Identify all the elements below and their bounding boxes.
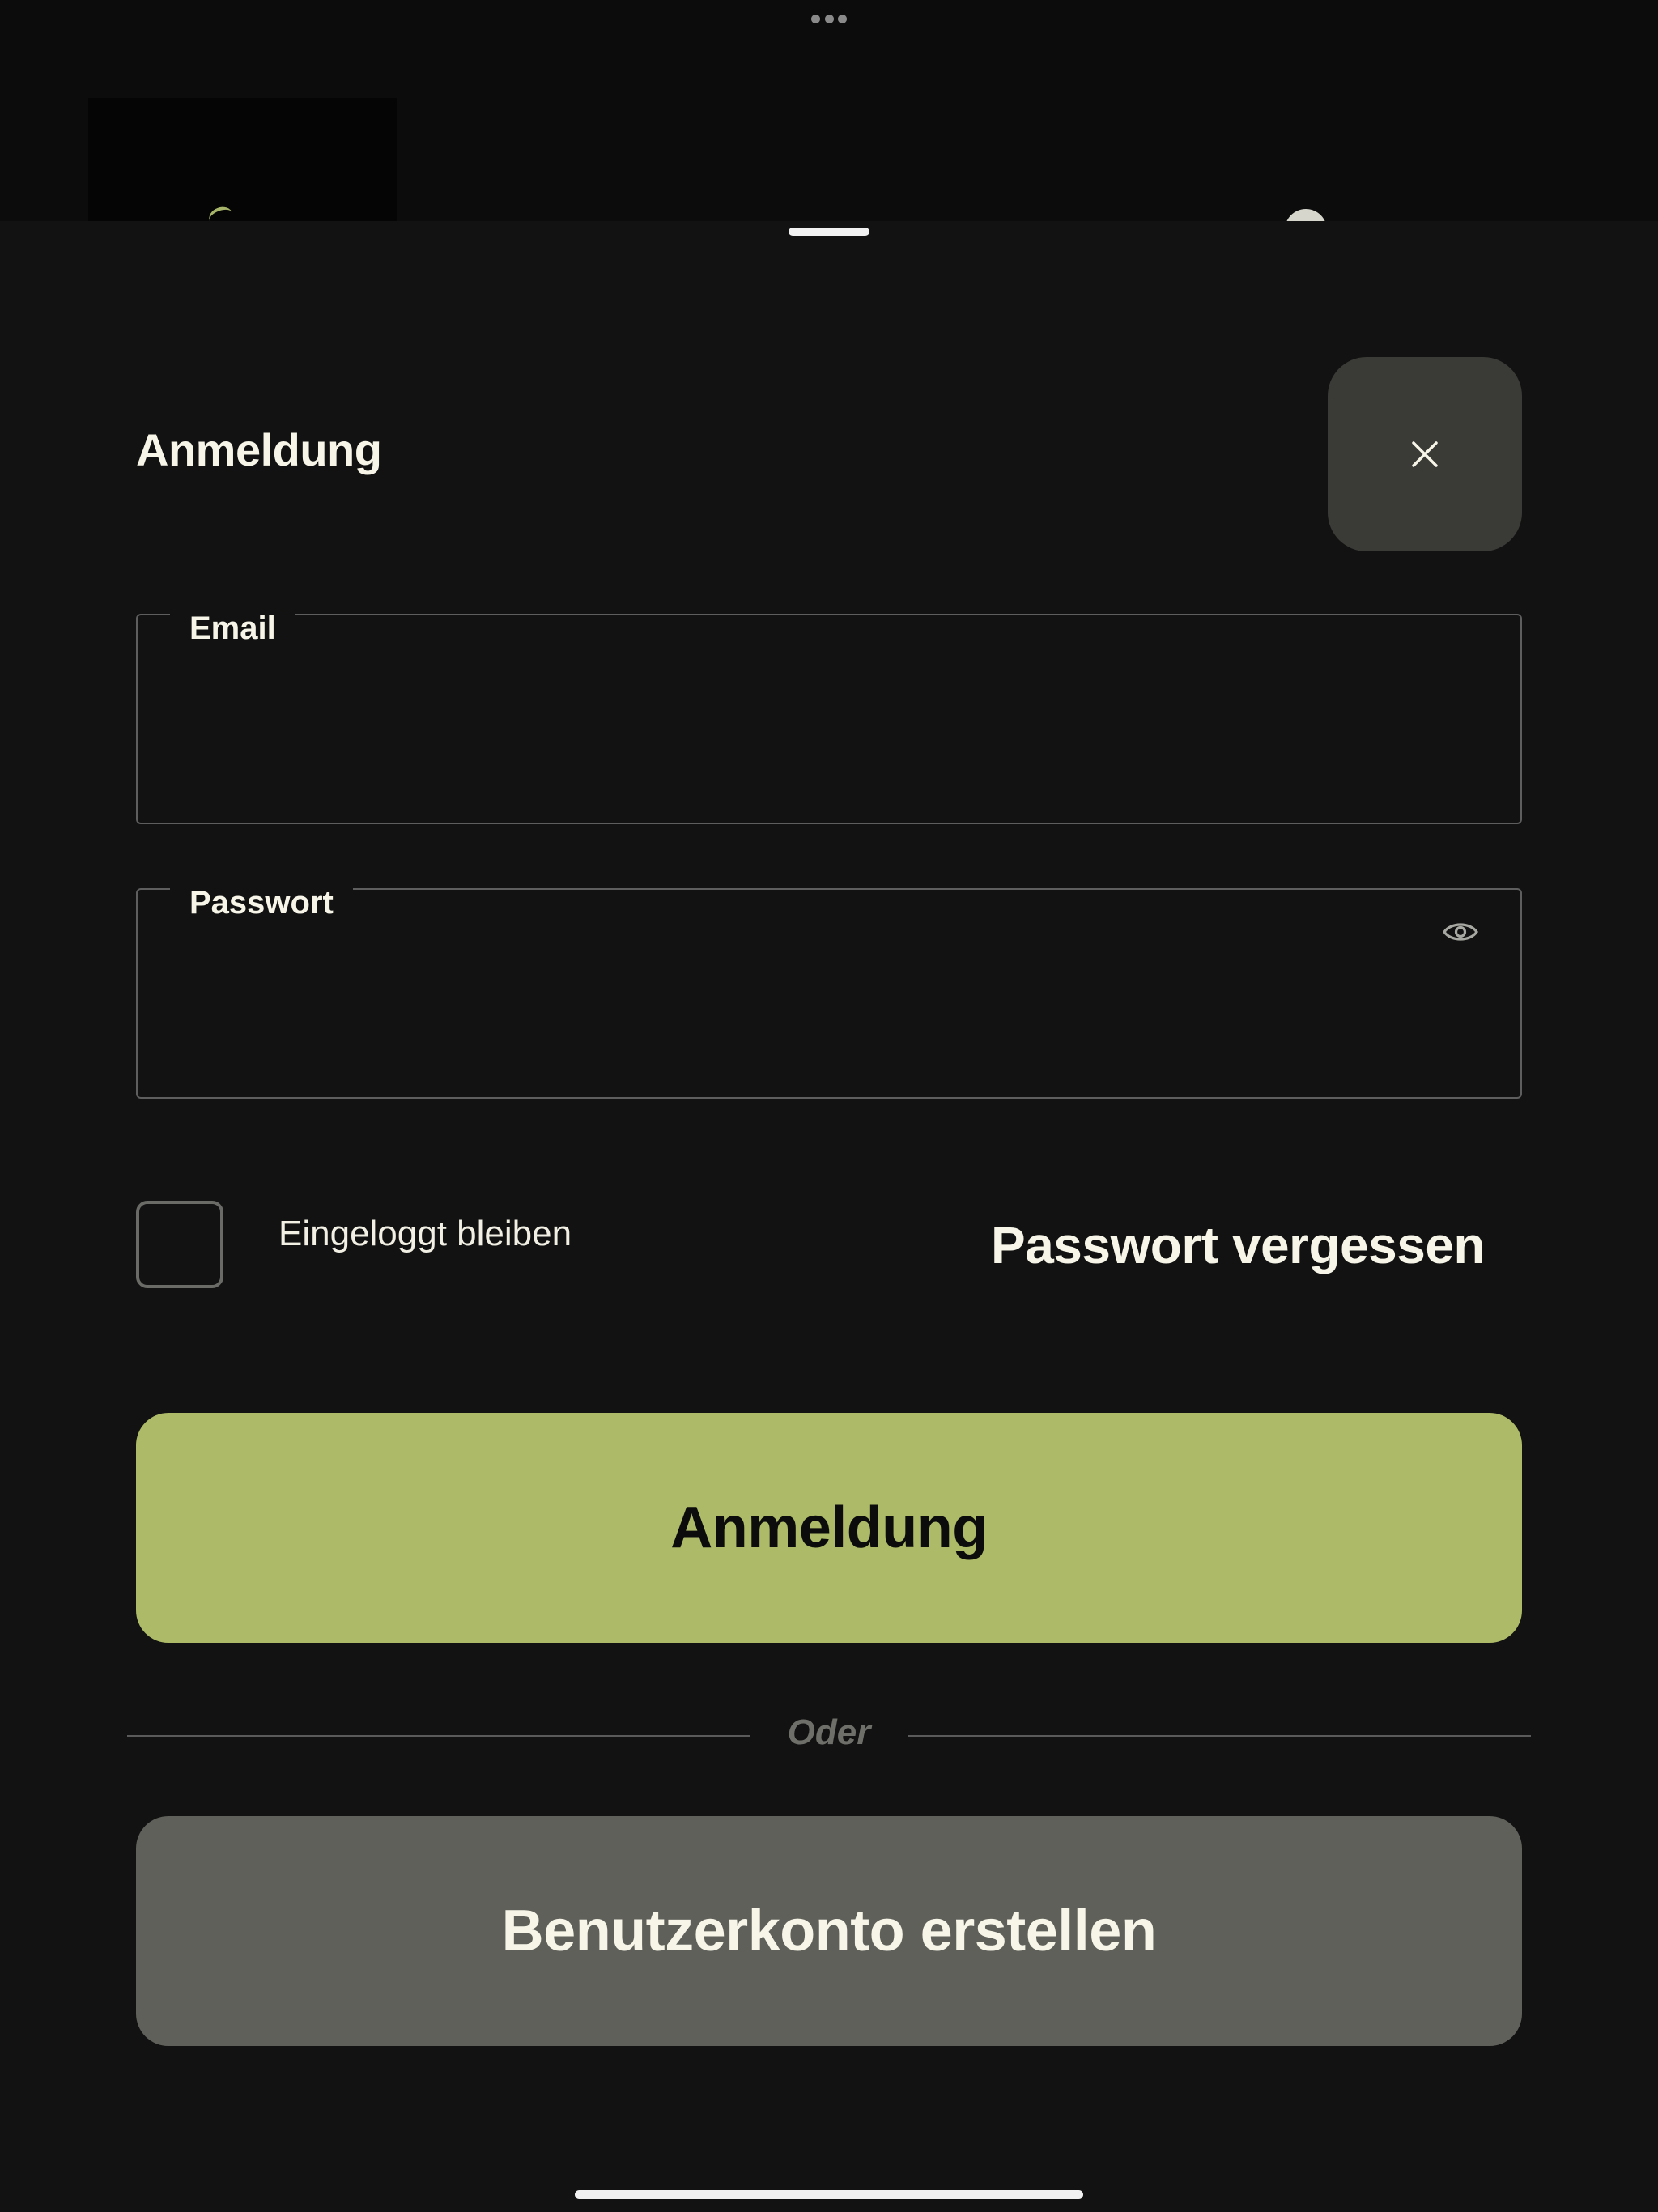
close-button[interactable] (1328, 357, 1522, 551)
login-button[interactable]: Anmeldung (136, 1413, 1522, 1643)
remember-me-label[interactable]: Eingeloggt bleiben (278, 1214, 572, 1254)
divider-text: Oder (787, 1712, 871, 1752)
email-field[interactable]: Email (136, 610, 1522, 824)
eye-icon (1443, 923, 1478, 941)
divider-line-right (908, 1735, 1531, 1737)
create-account-button[interactable]: Benutzerkonto erstellen (136, 1816, 1522, 2046)
remember-me-checkbox[interactable] (136, 1201, 223, 1288)
password-input[interactable] (186, 963, 1404, 1045)
background-app-logo-area (88, 98, 397, 228)
sheet-grabber[interactable] (789, 228, 869, 236)
sheet-title: Anmeldung (136, 424, 382, 475)
login-sheet: Anmeldung Email Passwort Eingeloggt blei… (0, 221, 1658, 2212)
screen: Anmeldung Email Passwort Eingeloggt blei… (0, 0, 1658, 2212)
divider-line-left (127, 1735, 750, 1737)
multitask-dots-icon[interactable] (811, 13, 847, 24)
forgot-password-link[interactable]: Passwort vergessen (991, 1215, 1486, 1275)
show-password-button[interactable] (1441, 912, 1480, 951)
email-field-label: Email (170, 610, 295, 647)
password-field-label: Passwort (170, 885, 353, 921)
email-input[interactable] (186, 688, 1404, 771)
close-icon (1412, 441, 1438, 467)
password-field[interactable]: Passwort (136, 885, 1522, 1099)
home-indicator[interactable] (575, 2190, 1083, 2199)
